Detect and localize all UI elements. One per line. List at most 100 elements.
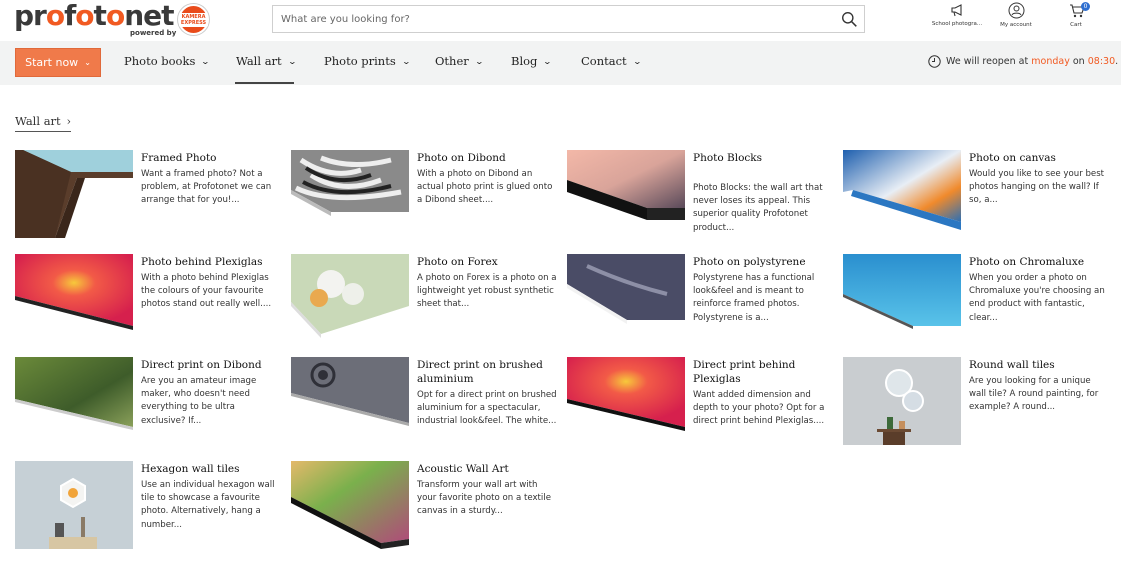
product-title[interactable]: Photo behind Plexiglas: [141, 256, 281, 270]
product-card[interactable]: Photo behind Plexiglas With a photo behin…: [15, 254, 285, 344]
status-time: 08:30: [1087, 56, 1116, 67]
active-nav-indicator: [235, 82, 294, 84]
product-card[interactable]: Photo Blocks Photo Blocks: the wall art t…: [567, 150, 837, 240]
chevron-down-icon: ⌄: [401, 56, 411, 66]
logo-tagline: powered by: [130, 29, 177, 37]
school-photography-label: School photogra...: [931, 21, 983, 27]
cart-count-badge: 0: [1081, 2, 1090, 11]
product-description: Use an individual hexagon wall tile to s…: [141, 480, 275, 530]
product-title[interactable]: Photo on polystyrene: [693, 256, 833, 270]
start-now-button[interactable]: Start now ⌄: [15, 48, 101, 77]
search-input[interactable]: [273, 6, 833, 32]
clock-icon: [928, 55, 941, 68]
product-image[interactable]: [843, 254, 961, 342]
status-day: monday: [1031, 56, 1070, 67]
breadcrumb-label: Wall art: [15, 114, 61, 128]
product-image[interactable]: [291, 357, 409, 445]
product-description: A photo on Forex is a photo on a lightwe…: [417, 273, 557, 310]
my-account-label: My account: [1000, 22, 1032, 28]
product-title[interactable]: Hexagon wall tiles: [141, 463, 281, 477]
nav-item-label: Blog: [511, 54, 538, 68]
product-title[interactable]: Photo on Chromaluxe: [969, 256, 1109, 270]
product-card[interactable]: Photo on Dibond With a photo on Dibond an…: [291, 150, 561, 240]
product-image[interactable]: [843, 150, 961, 238]
school-photography-link[interactable]: School photogra...: [925, 2, 989, 27]
status-prefix: We will reopen at: [946, 56, 1029, 67]
product-card[interactable]: Direct print on Dibond Are you an amateur…: [15, 357, 285, 447]
product-card[interactable]: Photo on Forex A photo on Forex is a phot…: [291, 254, 561, 344]
product-image[interactable]: [291, 461, 409, 549]
product-image[interactable]: [291, 150, 409, 238]
status-suffix: .: [1115, 56, 1119, 67]
chevron-down-icon: ⌄: [84, 58, 91, 67]
search-bar: [272, 5, 865, 33]
nav-item-other[interactable]: Other ⌄: [435, 54, 484, 68]
nav-item-label: Photo books: [124, 54, 196, 68]
product-image[interactable]: [15, 254, 133, 342]
product-title[interactable]: Direct print behind Plexiglas: [693, 359, 833, 386]
breadcrumb[interactable]: Wall art ›: [15, 114, 72, 132]
user-icon: [1008, 2, 1024, 19]
chevron-down-icon: ⌄: [474, 56, 484, 66]
product-title[interactable]: Framed Photo: [141, 152, 281, 166]
product-description: Are you an amateur image maker, who does…: [141, 376, 257, 426]
product-card[interactable]: Framed Photo Want a framed photo? Not a p…: [15, 150, 285, 240]
product-description: Are you looking for a unique wall tile? …: [969, 376, 1099, 413]
top-bar: profotonet powered by KAMERA EXPRESS Sch…: [0, 0, 1121, 41]
product-card[interactable]: Acoustic Wall Art Transform your wall art…: [291, 461, 561, 551]
nav-item-wall-art[interactable]: Wall art ⌄: [236, 54, 297, 68]
logo-wordmark: profotonet: [14, 0, 174, 32]
product-title[interactable]: Photo on Dibond: [417, 152, 557, 166]
megaphone-icon: [951, 4, 962, 17]
my-account-link[interactable]: My account: [984, 2, 1048, 28]
start-now-label: Start now: [25, 56, 79, 69]
search-icon[interactable]: [841, 11, 858, 28]
product-title[interactable]: Photo on Forex: [417, 256, 557, 270]
chevron-down-icon: ⌄: [543, 56, 553, 66]
partner-logo: KAMERA EXPRESS: [178, 4, 209, 35]
status-on: on: [1072, 56, 1085, 67]
product-title[interactable]: Acoustic Wall Art: [417, 463, 557, 477]
partner-logo-text: KAMERA EXPRESS: [178, 12, 209, 27]
product-image[interactable]: [567, 357, 685, 445]
product-card[interactable]: Direct print on brushed aluminium Opt for…: [291, 357, 561, 447]
nav-item-label: Wall art: [236, 54, 282, 68]
product-card[interactable]: Round wall tiles Are you looking for a un…: [843, 357, 1113, 447]
product-title[interactable]: Photo Blocks: [693, 152, 833, 166]
nav-item-label: Other: [435, 54, 469, 68]
product-card[interactable]: Photo on canvas Would you like to see you…: [843, 150, 1113, 240]
product-image[interactable]: [567, 254, 685, 342]
product-card[interactable]: Hexagon wall tiles Use an individual hexa…: [15, 461, 285, 551]
cart-link[interactable]: 0 Cart: [1044, 2, 1108, 28]
nav-item-blog[interactable]: Blog ⌄: [511, 54, 553, 68]
product-image[interactable]: [567, 150, 685, 238]
product-image[interactable]: [15, 461, 133, 549]
logo[interactable]: profotonet powered by KAMERA EXPRESS: [14, 0, 214, 38]
product-card[interactable]: Photo on polystyrene Polystyrene has a fu…: [567, 254, 837, 344]
product-image[interactable]: [843, 357, 961, 445]
product-description: Want a framed photo? Not a problem, at P…: [141, 169, 272, 206]
nav-item-photo-prints[interactable]: Photo prints ⌄: [324, 54, 411, 68]
product-description: Transform your wall art with your favori…: [417, 480, 551, 517]
product-description: When you order a photo on Chromaluxe you…: [969, 273, 1105, 323]
product-description: With a photo on Dibond an actual photo p…: [417, 169, 553, 206]
product-title[interactable]: Photo on canvas: [969, 152, 1109, 166]
product-description: Opt for a direct print on brushed alumin…: [417, 390, 557, 427]
nav-item-contact[interactable]: Contact ⌄: [581, 54, 642, 68]
cart-label: Cart: [1070, 22, 1082, 28]
nav-item-label: Photo prints: [324, 54, 396, 68]
product-description: Polystyrene has a functional look&feel a…: [693, 273, 815, 323]
product-title[interactable]: Direct print on brushed aluminium: [417, 359, 557, 386]
product-card[interactable]: Direct print behind Plexiglas Want added …: [567, 357, 837, 447]
product-title[interactable]: Direct print on Dibond: [141, 359, 281, 373]
product-image[interactable]: [15, 150, 133, 238]
product-description: Would you like to see your best photos h…: [969, 169, 1105, 206]
product-image[interactable]: [15, 357, 133, 445]
main-navigation: Start now ⌄ Photo books ⌄ Wall art ⌄ Photo…: [0, 41, 1121, 85]
chevron-right-icon: ›: [66, 114, 72, 128]
product-description: Photo Blocks: the wall art that never lo…: [693, 183, 823, 233]
product-card[interactable]: Photo on Chromaluxe When you order a phot…: [843, 254, 1113, 344]
nav-item-photo-books[interactable]: Photo books ⌄: [124, 54, 210, 68]
product-image[interactable]: [291, 254, 409, 342]
product-title[interactable]: Round wall tiles: [969, 359, 1109, 373]
